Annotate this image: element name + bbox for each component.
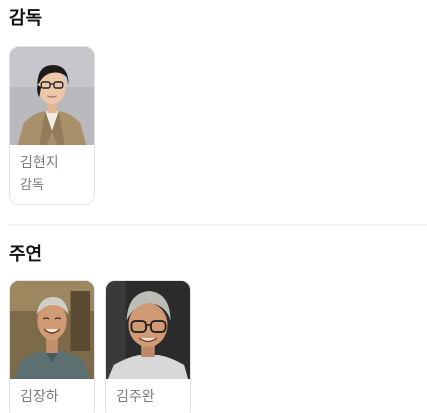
person-card-cast[interactable]: 김주완	[105, 280, 191, 413]
person-photo	[10, 47, 94, 145]
person-photo	[106, 281, 190, 379]
director-section-title: 감독	[9, 8, 43, 29]
credits-panel: 감독 김현지 감독 주연 김장하 김주완	[0, 0, 427, 413]
person-card-cast[interactable]: 김장하	[9, 280, 95, 413]
cast-section-title: 주연	[9, 244, 43, 265]
person-photo	[10, 281, 94, 379]
person-name: 김현지	[20, 155, 59, 171]
person-card-director[interactable]: 김현지 감독	[9, 46, 95, 205]
section-divider	[9, 224, 427, 225]
person-name: 김주완	[116, 389, 155, 405]
person-name: 김장하	[20, 389, 59, 405]
person-role: 감독	[20, 178, 44, 193]
